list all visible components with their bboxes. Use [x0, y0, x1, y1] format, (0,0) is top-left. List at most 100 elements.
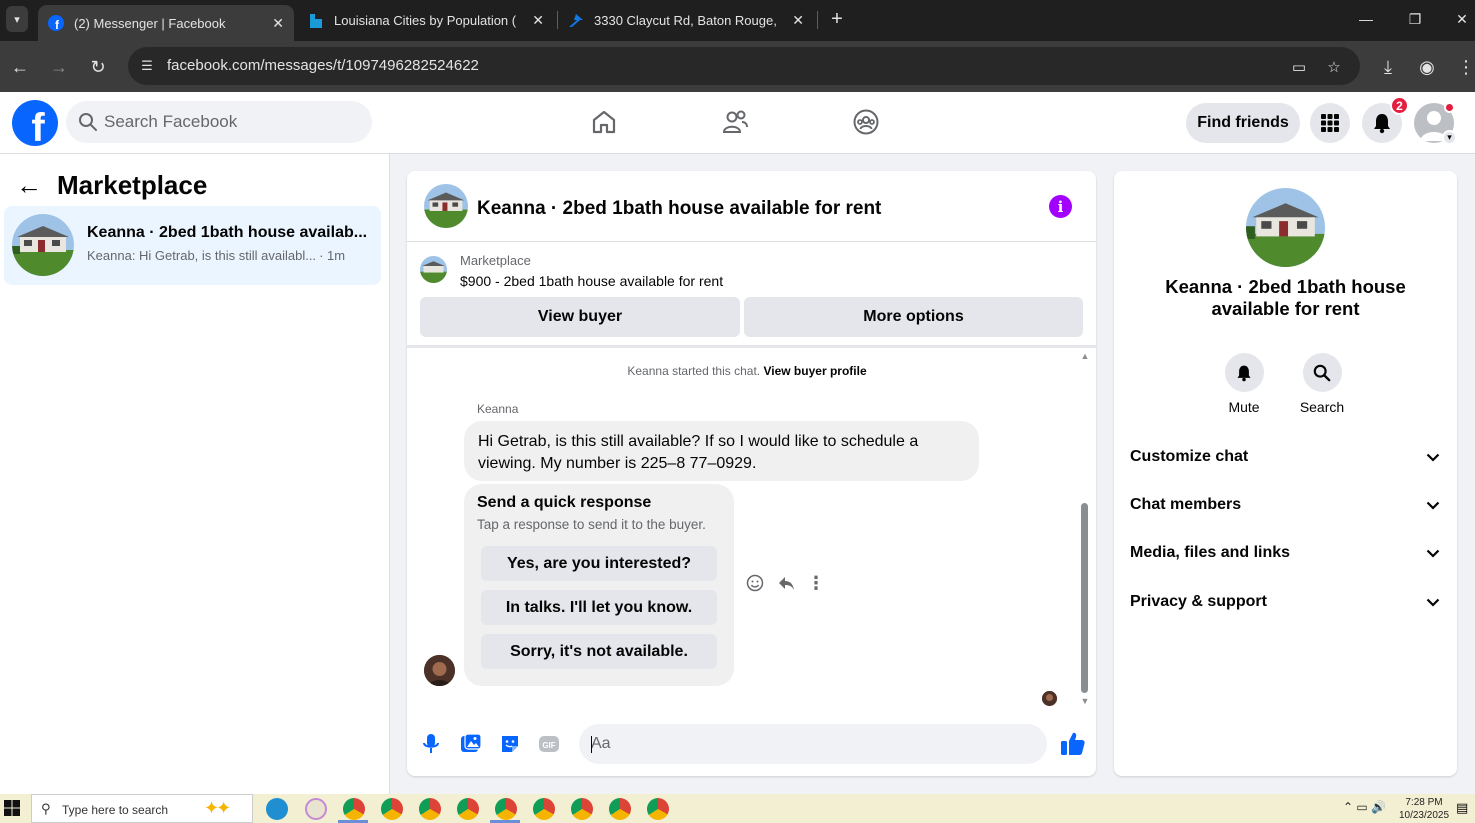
more-vertical-icon[interactable]: ⋮ [805, 572, 827, 594]
chat-title[interactable]: Keanna · 2bed 1bath house available for … [477, 198, 881, 220]
thumbs-up-icon[interactable] [1059, 730, 1087, 758]
chevron-down-icon [1424, 448, 1442, 466]
message-bubble[interactable]: Hi Getrab, is this still available? If s… [464, 421, 979, 481]
scroll-up-icon[interactable]: ▲ [1080, 351, 1090, 361]
taskbar-search-placeholder: Type here to search [62, 803, 169, 817]
avatar-status-dot [1444, 102, 1455, 113]
menu-button[interactable] [1310, 103, 1350, 143]
action-center-icon[interactable]: ▤ [1456, 800, 1472, 816]
facebook-search[interactable] [66, 101, 372, 143]
edge-icon[interactable] [266, 798, 288, 820]
browser-tab-louisiana-cities[interactable]: Louisiana Cities by Population ( ✕ [298, 4, 554, 37]
system-tray[interactable]: ⌃ ▭ 🔊 [1343, 800, 1386, 814]
chrome-icon[interactable] [343, 798, 365, 820]
forward-button[interactable]: → [45, 53, 73, 81]
chevron-down-icon[interactable]: ▾ [1442, 130, 1457, 145]
section-label: Media, files and links [1130, 544, 1291, 561]
chrome-icon[interactable] [609, 798, 631, 820]
message-input[interactable] [591, 724, 1011, 764]
listing-bar: Marketplace $900 - 2bed 1bath house avai… [407, 242, 1096, 348]
home-nav[interactable] [586, 104, 622, 140]
menu-kebab-icon[interactable]: ⋮ [1452, 53, 1475, 81]
taskbar-clock[interactable]: 7:28 PM 10/23/2025 [1398, 796, 1450, 822]
notification-badge: 2 [1390, 96, 1409, 115]
conversation-title: Keanna · 2bed 1bath house availab... [87, 224, 368, 241]
find-friends-button[interactable]: Find friends [1186, 103, 1300, 143]
sticker-icon[interactable] [498, 732, 522, 756]
reload-button[interactable]: ↻ [84, 53, 112, 81]
chrome-icon[interactable] [495, 798, 517, 820]
address-bar[interactable]: ☰ facebook.com/messages/t/10974962825246… [128, 47, 1360, 85]
minimize-button[interactable]: — [1351, 6, 1381, 32]
message-input-box[interactable] [579, 724, 1047, 764]
info-icon[interactable]: i [1049, 195, 1072, 218]
back-button[interactable]: ← [6, 53, 34, 81]
search-input[interactable] [104, 101, 364, 143]
clock-date: 10/23/2025 [1398, 810, 1450, 821]
new-tab-button[interactable]: + [826, 6, 848, 32]
browser-tab-claycut[interactable]: 3330 Claycut Rd, Baton Rouge, ✕ [558, 4, 814, 37]
view-buyer-profile-link[interactable]: View buyer profile [763, 364, 866, 378]
groups-nav[interactable] [848, 104, 884, 140]
message-scrollbar[interactable]: ▲ ▼ [1079, 348, 1091, 711]
mute-action[interactable]: Mute [1204, 353, 1284, 415]
quick-response-in-talks[interactable]: In talks. I'll let you know. [481, 590, 717, 625]
close-icon[interactable]: ✕ [272, 15, 284, 32]
chrome-icon[interactable] [419, 798, 441, 820]
chrome-icon[interactable] [381, 798, 403, 820]
customize-chat-section[interactable]: Customize chat [1130, 437, 1442, 477]
quick-response-yes[interactable]: Yes, are you interested? [481, 546, 717, 581]
tab-divider [817, 11, 818, 29]
profile-icon[interactable]: ◉ [1413, 53, 1441, 81]
marketplace-sidebar: ← Marketplace Keanna · 2bed 1bath house … [0, 154, 390, 794]
microphone-icon[interactable] [419, 732, 443, 756]
reply-icon[interactable] [775, 572, 797, 594]
chat-avatar[interactable] [424, 184, 468, 228]
quick-response-not-available[interactable]: Sorry, it's not available. [481, 634, 717, 669]
close-icon[interactable]: ✕ [792, 12, 804, 29]
conversation-item[interactable]: Keanna · 2bed 1bath house availab... Kea… [4, 206, 381, 285]
close-window-button[interactable]: ✕ [1447, 6, 1475, 32]
chrome-icon[interactable] [571, 798, 593, 820]
tab-search-button[interactable]: ▾ [6, 6, 28, 32]
chat-members-section[interactable]: Chat members [1130, 485, 1442, 525]
search-action[interactable]: Search [1282, 353, 1362, 415]
install-app-icon[interactable]: ▭ [1288, 56, 1310, 78]
bell-icon [1224, 353, 1264, 392]
facebook-logo[interactable]: f [12, 100, 58, 146]
media-files-links-section[interactable]: Media, files and links [1130, 533, 1442, 573]
listing-avatar[interactable] [1246, 188, 1325, 267]
close-icon[interactable]: ✕ [532, 12, 544, 29]
scroll-thumb[interactable] [1081, 503, 1088, 693]
restore-button[interactable]: ❐ [1400, 6, 1430, 32]
scroll-down-icon[interactable]: ▼ [1080, 696, 1090, 706]
chrome-icon[interactable] [457, 798, 479, 820]
chrome-icon[interactable] [533, 798, 555, 820]
listing-thumbnail [12, 214, 74, 276]
windows-start-icon[interactable] [3, 799, 21, 817]
listing-name[interactable]: $900 - 2bed 1bath house available for re… [460, 273, 723, 289]
grid-menu-icon [1321, 114, 1339, 132]
bookmark-star-icon[interactable]: ☆ [1323, 56, 1345, 78]
view-buyer-button[interactable]: View buyer [420, 297, 740, 337]
seen-receipt-avatar [1042, 691, 1057, 706]
more-options-button[interactable]: More options [744, 297, 1083, 337]
chrome-icon[interactable] [647, 798, 669, 820]
friends-nav[interactable] [717, 104, 753, 140]
url-text: facebook.com/messages/t/1097496282524622 [167, 57, 479, 74]
taskbar-search[interactable]: ⚲ Type here to search ✦✦ [31, 794, 253, 823]
preview-time: · 1m [319, 248, 346, 263]
sender-avatar[interactable] [424, 655, 455, 686]
privacy-support-section[interactable]: Privacy & support [1130, 582, 1442, 622]
gif-icon[interactable]: GIF [537, 732, 561, 756]
back-arrow-icon[interactable]: ← [16, 172, 44, 198]
home-icon [592, 110, 616, 134]
react-emoji-icon[interactable] [744, 572, 766, 594]
search-icon [1302, 353, 1342, 392]
browser-tab-messenger[interactable]: f (2) Messenger | Facebook ✕ [38, 5, 294, 41]
section-label: Privacy & support [1130, 593, 1267, 610]
photo-icon[interactable] [459, 732, 483, 756]
snipping-tool-icon[interactable] [305, 798, 327, 820]
download-icon[interactable]: ⤓ [1374, 53, 1402, 81]
site-settings-icon[interactable]: ☰ [137, 56, 157, 76]
